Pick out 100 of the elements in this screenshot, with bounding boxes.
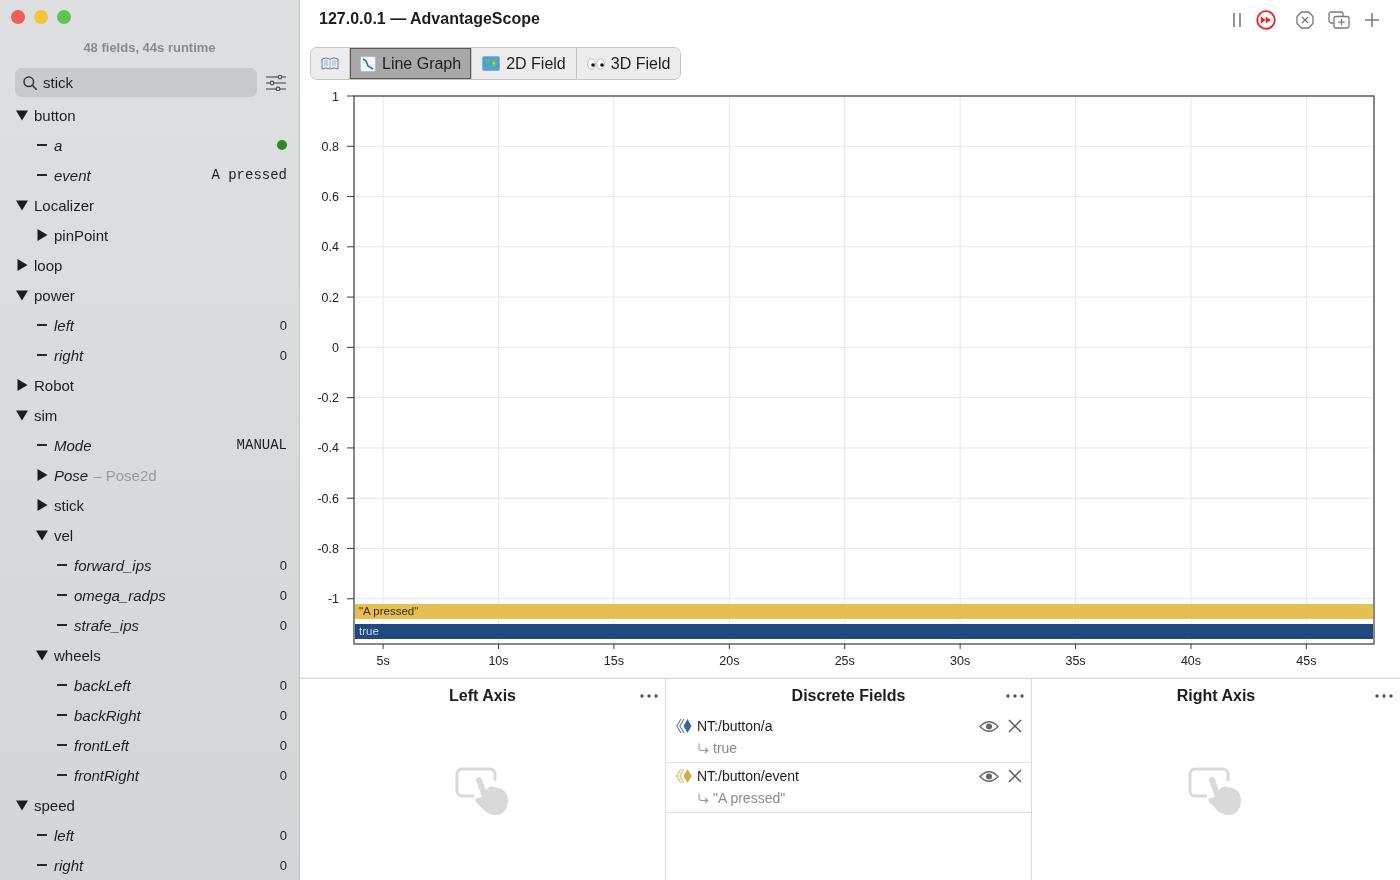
- fast-forward-icon[interactable]: [1256, 10, 1276, 30]
- eye-icon[interactable]: [979, 719, 999, 733]
- map-icon: [482, 56, 501, 71]
- tap-hand-icon: [454, 766, 511, 817]
- tree-item-label[interactable]: frontRight: [74, 766, 140, 784]
- x-tick-label: 35s: [1065, 654, 1086, 668]
- disclosure-triangle-icon[interactable]: [36, 499, 48, 511]
- x-tick-label: 15s: [603, 654, 624, 668]
- tree-item-label[interactable]: loop: [34, 256, 63, 274]
- close-icon[interactable]: [1008, 769, 1022, 783]
- status-text: 48 fields, 44s runtime: [83, 40, 216, 56]
- disclosure-triangle-icon[interactable]: [36, 229, 48, 241]
- return-arrow-icon: [697, 792, 709, 804]
- y-tick-label: 0.8: [321, 139, 339, 154]
- field-value: 0: [279, 857, 287, 873]
- return-arrow-icon: [697, 742, 709, 754]
- tree-item-label[interactable]: power: [34, 286, 75, 304]
- disclosure-triangle-icon[interactable]: [36, 469, 48, 481]
- disclosure-triangle-icon[interactable]: [16, 799, 28, 811]
- tree-item-label[interactable]: event: [54, 166, 91, 184]
- x-tick-label: 25s: [834, 654, 855, 668]
- tree-item-label[interactable]: backRight: [74, 706, 141, 724]
- close-octagon-icon[interactable]: [1296, 11, 1314, 29]
- more-icon[interactable]: [640, 694, 658, 698]
- tree-item-label[interactable]: stick: [54, 496, 84, 514]
- y-tick-label: 0.6: [321, 190, 339, 205]
- tree-item-label[interactable]: left: [54, 316, 74, 334]
- tree-item-label[interactable]: Localizer: [34, 196, 95, 214]
- panel-title: Right Axis: [1176, 687, 1256, 705]
- new-window-icon[interactable]: [1328, 11, 1350, 29]
- dash-icon: [57, 684, 67, 686]
- field-name[interactable]: NT:/button/event: [697, 768, 799, 784]
- tree-item-label[interactable]: strafe_ips: [74, 616, 140, 634]
- tree-item-label[interactable]: frontLeft: [74, 736, 130, 754]
- type-label: – Pose2d: [93, 466, 157, 484]
- dash-icon: [37, 174, 47, 176]
- field-name[interactable]: NT:/button/a: [697, 718, 773, 734]
- tree-item-label[interactable]: speed: [34, 796, 75, 814]
- tree-item-label[interactable]: right: [54, 346, 84, 364]
- tree-item-label[interactable]: right: [54, 856, 84, 874]
- tree-item-label[interactable]: backLeft: [74, 676, 131, 694]
- tree-item-label[interactable]: a: [54, 136, 63, 154]
- dash-icon: [57, 594, 67, 596]
- panel-title: Discrete Fields: [791, 687, 906, 705]
- dash-icon: [57, 624, 67, 626]
- field-value: 0: [279, 557, 287, 573]
- tree-item-label[interactable]: vel: [54, 526, 74, 544]
- tab[interactable]: 3D Field: [575, 48, 681, 79]
- window-title: 127.0.0.1 — AdvantageScope: [319, 10, 540, 28]
- line-chart-icon: [360, 55, 376, 72]
- disclosure-triangle-icon[interactable]: [16, 109, 28, 121]
- disclosure-triangle-icon[interactable]: [16, 379, 28, 391]
- pause-icon[interactable]: [1232, 12, 1242, 28]
- more-icon[interactable]: [1006, 694, 1024, 698]
- disclosure-triangle-icon[interactable]: [36, 649, 48, 661]
- tree-item-label[interactable]: button: [34, 106, 76, 124]
- disclosure-triangle-icon[interactable]: [16, 409, 28, 421]
- plus-icon[interactable]: [1364, 12, 1380, 28]
- discrete-value-strip: "A pressed": [355, 604, 1373, 619]
- field-value: 0: [279, 827, 287, 843]
- dash-icon: [57, 564, 67, 566]
- disclosure-triangle-icon[interactable]: [16, 199, 28, 211]
- tree-item-label[interactable]: omega_radps: [74, 586, 166, 604]
- field-value: 0: [279, 737, 287, 753]
- disclosure-triangle-icon[interactable]: [16, 289, 28, 301]
- y-tick-label: 0.4: [321, 240, 339, 255]
- tree-item-label[interactable]: forward_ips: [74, 556, 152, 574]
- x-tick-label: 20s: [719, 654, 740, 668]
- eye-icon[interactable]: [979, 769, 999, 783]
- search-icon: [23, 75, 37, 90]
- more-icon[interactable]: [1375, 694, 1393, 698]
- eyes-icon: [586, 57, 605, 70]
- field-value: 0: [279, 617, 287, 633]
- dash-icon: [57, 744, 67, 746]
- tree-item-label[interactable]: Mode: [54, 436, 92, 454]
- y-tick-label: -0.2: [317, 391, 339, 406]
- tree-item-label[interactable]: left: [54, 826, 74, 844]
- y-tick-label: -0.8: [317, 542, 339, 556]
- search-field[interactable]: stick: [15, 68, 257, 97]
- close-icon[interactable]: [1008, 719, 1022, 733]
- field-value: true: [713, 740, 738, 756]
- tab[interactable]: Line Graph: [349, 48, 472, 79]
- tree-item-label[interactable]: wheels: [54, 646, 101, 664]
- tree-item-label[interactable]: pinPoint: [54, 226, 109, 244]
- tap-hand-icon: [1188, 766, 1244, 817]
- tree-item-label[interactable]: Robot: [34, 376, 75, 394]
- y-tick-label: 1: [332, 89, 339, 104]
- tree-item-label[interactable]: Pose: [54, 466, 89, 484]
- x-tick-label: 40s: [1180, 654, 1202, 668]
- y-tick-label: -0.6: [317, 491, 339, 506]
- disclosure-triangle-icon[interactable]: [36, 529, 48, 541]
- dash-icon: [37, 864, 47, 866]
- disclosure-triangle-icon[interactable]: [16, 259, 28, 271]
- field-value: 0: [279, 767, 287, 783]
- tree-item-label[interactable]: sim: [34, 406, 58, 424]
- dash-icon: [37, 324, 47, 326]
- dash-icon: [57, 774, 67, 776]
- book-icon: [321, 57, 339, 70]
- dash-icon: [37, 354, 47, 356]
- filter-sliders-icon[interactable]: [266, 74, 286, 91]
